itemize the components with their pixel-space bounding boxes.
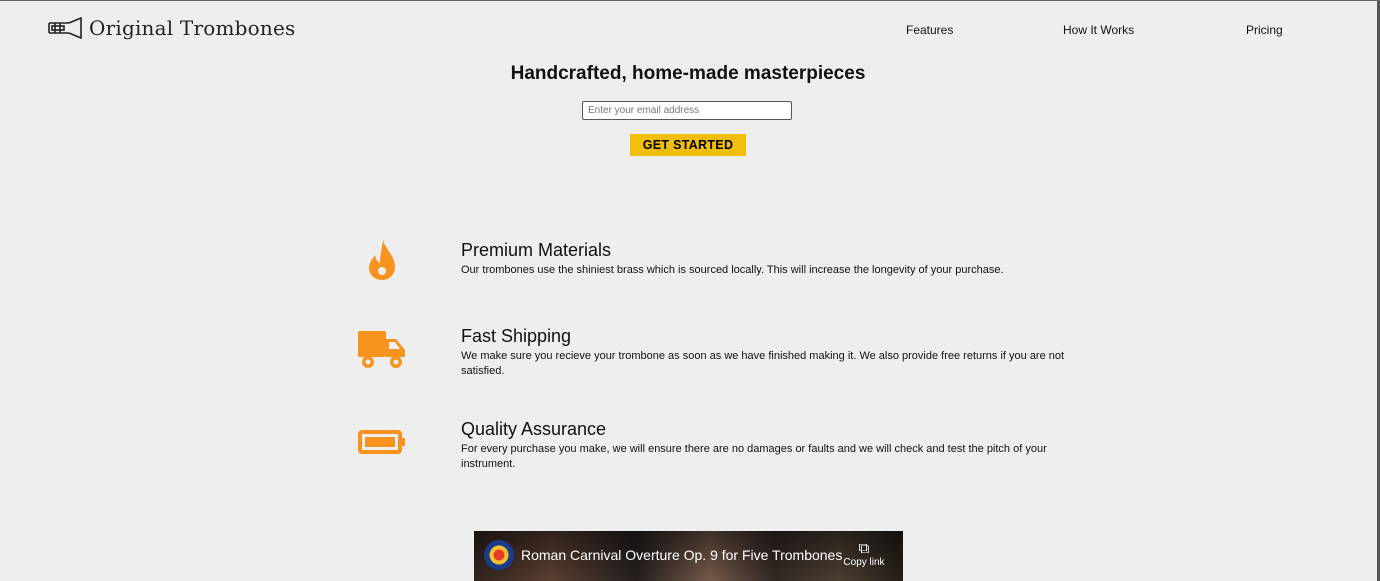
nav-features[interactable]: Features: [906, 23, 953, 37]
copy-icon: ⧉: [858, 540, 870, 557]
embedded-video[interactable]: Roman Carnival Overture Op. 9 for Five T…: [474, 531, 903, 581]
feature-quality-assurance: Quality Assurance For every purchase you…: [355, 416, 1075, 486]
battery-icon: [358, 430, 405, 454]
hero-title: Handcrafted, home-made masterpieces: [510, 63, 866, 84]
truck-icon: [358, 331, 405, 368]
nav-pricing[interactable]: Pricing: [1246, 23, 1283, 37]
feature-title: Premium Materials: [461, 240, 612, 260]
trombone-icon: [48, 17, 82, 39]
feature-title: Quality Assurance: [461, 419, 607, 439]
feature-description: We make sure you recieve your trombone a…: [461, 350, 1065, 377]
email-input[interactable]: [582, 101, 792, 120]
brand-name: Original Trombones: [89, 16, 296, 40]
nav-how-it-works[interactable]: How It Works: [1063, 23, 1134, 37]
copy-link-label: Copy link: [843, 557, 885, 568]
copy-link-button[interactable]: ⧉ Copy link: [841, 540, 887, 569]
channel-avatar-icon[interactable]: [484, 540, 514, 570]
get-started-button[interactable]: GET STARTED: [630, 134, 746, 156]
feature-description: For every purchase you make, we will ens…: [461, 443, 1047, 470]
site-header: Original Trombones Features How It Works…: [0, 1, 1376, 61]
logo[interactable]: Original Trombones: [47, 16, 295, 40]
feature-premium-materials: Premium Materials Our trombones use the …: [355, 237, 1075, 297]
feature-fast-shipping: Fast Shipping We make sure you recieve y…: [355, 323, 1075, 393]
fire-icon: [369, 240, 395, 280]
feature-title: Fast Shipping: [461, 326, 572, 346]
feature-description: Our trombones use the shiniest brass whi…: [461, 264, 1004, 276]
video-title[interactable]: Roman Carnival Overture Op. 9 for Five T…: [521, 547, 842, 563]
